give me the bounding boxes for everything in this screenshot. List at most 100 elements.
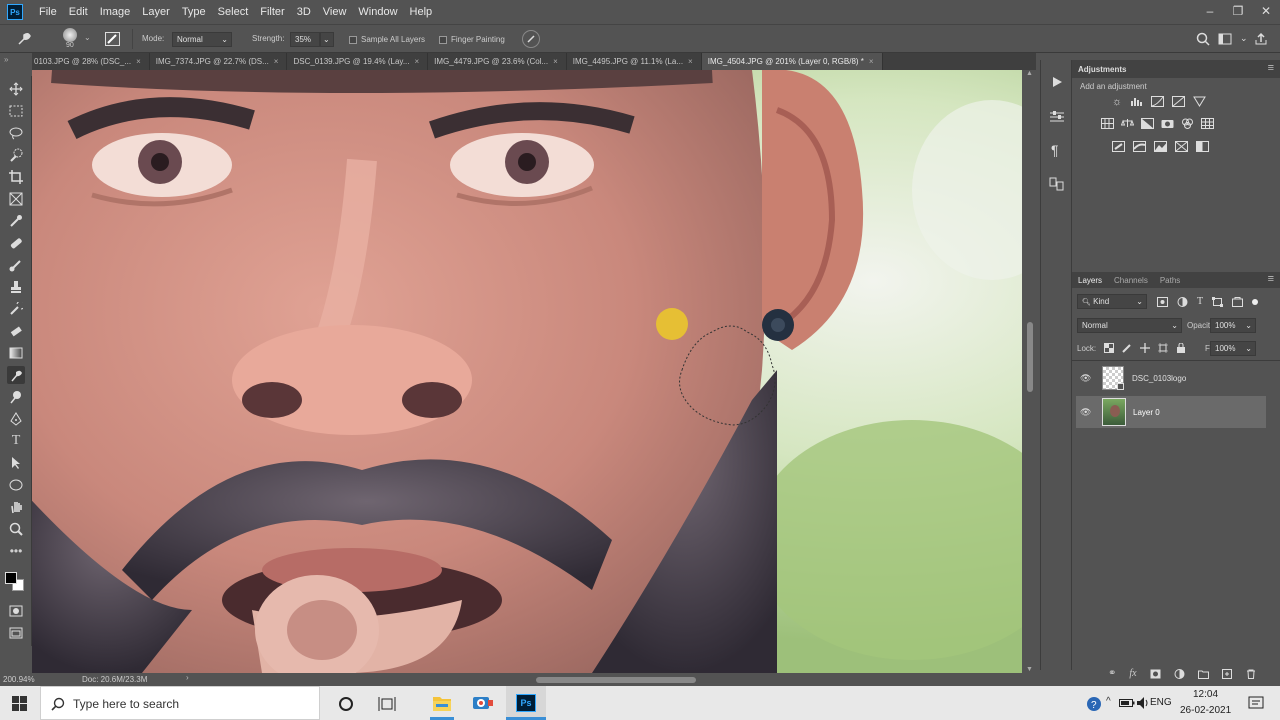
language-indicator[interactable]: ENG <box>1150 697 1172 708</box>
move-tool-icon[interactable] <box>7 80 25 98</box>
brush-tool-icon[interactable] <box>7 256 25 274</box>
blend-mode-select[interactable]: Normal ⌄ <box>1077 318 1182 333</box>
opacity-input[interactable]: 100% ⌄ <box>1210 318 1256 333</box>
tab-paths[interactable]: Paths <box>1154 276 1186 285</box>
layer-style-icon[interactable]: fx <box>1129 668 1136 679</box>
photoshop-taskbar-button[interactable]: Ps <box>506 686 546 720</box>
finger-painting-checkbox[interactable] <box>439 36 447 44</box>
invert-icon[interactable] <box>1112 141 1125 152</box>
tab-img4479[interactable]: IMG_4479.JPG @ 23.6% (Col... × <box>428 53 567 70</box>
menu-image[interactable]: Image <box>94 1 137 23</box>
fill-input[interactable]: 100% ⌄ <box>1210 341 1256 356</box>
gradient-map-icon[interactable] <box>1175 141 1188 152</box>
paragraph-icon[interactable]: ¶ <box>1051 142 1059 158</box>
curves-icon[interactable] <box>1151 96 1165 107</box>
notifications-icon[interactable] <box>1248 695 1264 711</box>
strength-slider-toggle[interactable]: ⌄ <box>320 32 334 47</box>
menu-3d[interactable]: 3D <box>291 1 317 23</box>
color-lookup-icon[interactable] <box>1201 118 1214 129</box>
play-actions-icon[interactable] <box>1051 76 1063 88</box>
black-white-icon[interactable] <box>1141 118 1154 129</box>
panel-menu-icon[interactable]: ≡ <box>1268 62 1274 74</box>
smudge-tool-icon[interactable] <box>7 366 25 384</box>
filter-toggle-icon[interactable] <box>1252 298 1259 305</box>
history-brush-tool-icon[interactable] <box>7 300 25 318</box>
video-app-icon[interactable] <box>472 694 494 712</box>
scroll-down-icon[interactable]: ▼ <box>1026 666 1033 673</box>
type-tool-icon[interactable]: T <box>7 432 25 450</box>
zoom-tool-icon[interactable] <box>7 520 25 538</box>
path-selection-tool-icon[interactable] <box>7 454 25 472</box>
tab-0103[interactable]: 0103.JPG @ 28% (DSC_... × <box>32 53 150 70</box>
close-icon[interactable]: × <box>553 57 558 66</box>
chevron-up-icon[interactable]: ^ <box>1106 696 1111 707</box>
clock-date[interactable]: 26-02-2021 <box>1180 705 1231 716</box>
vertical-scroll-thumb[interactable] <box>1027 322 1033 392</box>
delete-layer-icon[interactable] <box>1246 669 1256 679</box>
new-adjustment-layer-icon[interactable] <box>1174 668 1185 679</box>
layer-row-dsc0103logo[interactable]: 👁︎ DSC_0103logo <box>1076 362 1266 394</box>
lock-pixels-icon[interactable] <box>1122 343 1132 353</box>
brightness-contrast-icon[interactable]: ☼ <box>1112 96 1122 108</box>
properties-icon[interactable] <box>1049 110 1065 124</box>
new-group-icon[interactable] <box>1197 669 1209 679</box>
menu-help[interactable]: Help <box>404 1 439 23</box>
quick-mask-icon[interactable] <box>7 602 25 620</box>
sample-all-layers-checkbox[interactable] <box>349 36 357 44</box>
collapse-icon[interactable]: » <box>4 55 8 64</box>
healing-brush-tool-icon[interactable] <box>7 234 25 252</box>
channel-mixer-icon[interactable] <box>1181 118 1194 129</box>
taskbar-search-box[interactable]: Type here to search <box>40 686 320 720</box>
scroll-up-icon[interactable]: ▲ <box>1026 70 1033 77</box>
file-explorer-icon[interactable] <box>432 694 452 712</box>
marquee-tool-icon[interactable] <box>7 102 25 120</box>
help-tray-icon[interactable]: ? <box>1086 696 1102 712</box>
tab-channels[interactable]: Channels <box>1108 276 1154 285</box>
eye-icon[interactable]: 👁︎ <box>1080 373 1094 384</box>
chevron-down-icon[interactable]: ⌄ <box>84 33 91 42</box>
cortana-icon[interactable] <box>338 696 354 712</box>
layer-mask-icon[interactable] <box>1150 669 1161 679</box>
eyedropper-tool-icon[interactable] <box>7 212 25 230</box>
restore-button[interactable]: ❐ <box>1224 0 1252 22</box>
hand-tool-icon[interactable] <box>7 498 25 516</box>
menu-file[interactable]: File <box>33 1 63 23</box>
layer-row-layer0[interactable]: 👁︎ Layer 0 <box>1076 396 1266 428</box>
menu-filter[interactable]: Filter <box>254 1 290 23</box>
quick-selection-tool-icon[interactable] <box>7 146 25 164</box>
battery-icon[interactable] <box>1119 697 1135 709</box>
adjustments-title[interactable]: Adjustments <box>1078 65 1126 74</box>
zoom-level[interactable]: 200.94% <box>3 675 35 684</box>
task-view-icon[interactable] <box>378 696 396 712</box>
layer-filter-select[interactable]: 🔍︎ Kind ⌄ <box>1077 294 1147 309</box>
panel-menu-icon[interactable]: ≡ <box>1268 273 1274 285</box>
ellipse-tool-icon[interactable] <box>7 476 25 494</box>
tab-img7374[interactable]: IMG_7374.JPG @ 22.7% (DS... × <box>150 53 288 70</box>
lock-position-icon[interactable] <box>1140 343 1150 353</box>
pen-tool-icon[interactable] <box>7 410 25 428</box>
vertical-scrollbar[interactable]: ▲ ▼ <box>1024 70 1036 673</box>
horizontal-scroll-thumb[interactable] <box>536 677 696 683</box>
threshold-icon[interactable] <box>1154 141 1167 152</box>
glyphs-icon[interactable] <box>1049 177 1065 191</box>
lasso-tool-icon[interactable] <box>7 124 25 142</box>
close-icon[interactable]: × <box>415 57 420 66</box>
document-canvas[interactable] <box>32 70 1022 673</box>
brush-settings-icon[interactable] <box>105 32 120 46</box>
pixel-filter-icon[interactable] <box>1157 296 1168 307</box>
smart-object-filter-icon[interactable] <box>1232 296 1244 307</box>
screen-mode-icon[interactable] <box>7 624 25 642</box>
levels-icon[interactable] <box>1130 96 1143 107</box>
posterize-icon[interactable] <box>1133 141 1146 152</box>
share-icon[interactable] <box>1254 32 1268 46</box>
menu-type[interactable]: Type <box>176 1 212 23</box>
menu-window[interactable]: Window <box>352 1 403 23</box>
vibrance-icon[interactable] <box>1193 96 1206 107</box>
clone-stamp-tool-icon[interactable] <box>7 278 25 296</box>
workspace-icon[interactable] <box>1218 32 1232 46</box>
color-balance-icon[interactable] <box>1121 118 1134 129</box>
minimize-button[interactable]: – <box>1196 0 1224 22</box>
frame-tool-icon[interactable] <box>7 190 25 208</box>
crop-tool-icon[interactable] <box>7 168 25 186</box>
close-button[interactable]: ✕ <box>1252 0 1280 22</box>
